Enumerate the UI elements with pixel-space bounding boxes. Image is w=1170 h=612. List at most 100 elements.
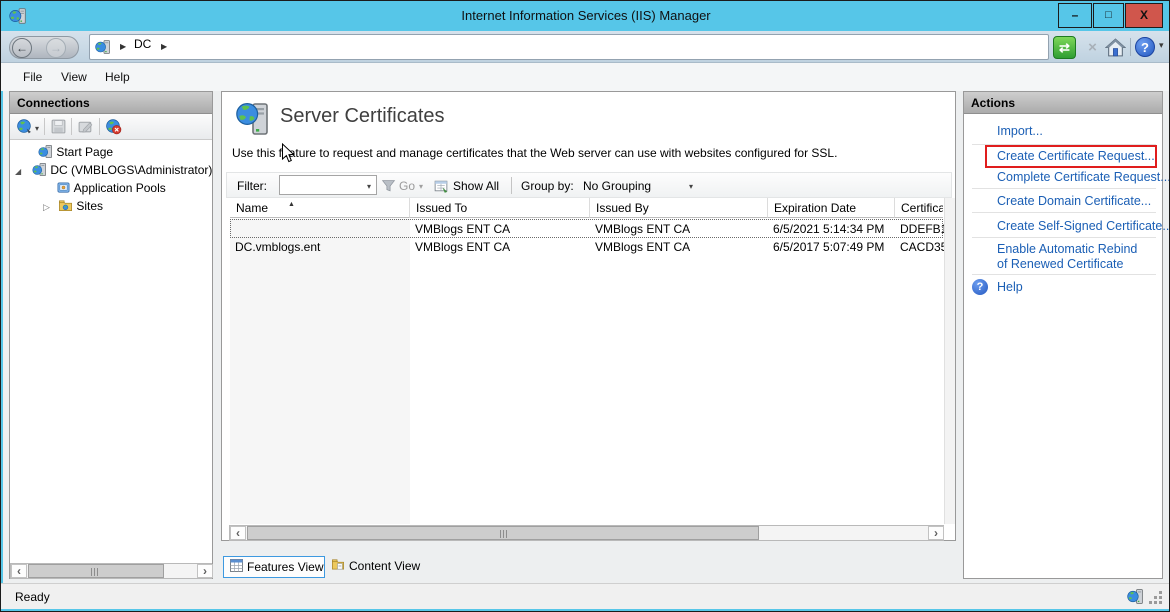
tree-item-label[interactable]: DC (VMBLOGS\Administrator)	[50, 163, 212, 177]
cell-issued-by: VMBlogs ENT CA	[595, 220, 769, 239]
vertical-scrollbar-track[interactable]	[944, 198, 955, 524]
group-by-label: Group by:	[521, 179, 574, 193]
breadcrumb-arrow-icon[interactable]: ▶	[120, 42, 126, 51]
save-connections-icon	[50, 118, 67, 140]
connections-panel: Connections ▾ Start Page	[9, 91, 213, 579]
tab-label[interactable]: Features View	[247, 560, 323, 574]
group-by-value[interactable]: No Grouping	[583, 179, 651, 193]
tab-label[interactable]: Content View	[349, 559, 420, 573]
tree-item-start-page[interactable]: Start Page	[38, 144, 212, 162]
connections-h-scrollbar[interactable]: ‹ ›	[10, 563, 212, 579]
column-header-issued-to[interactable]: Issued To	[410, 198, 590, 218]
cell-expiration: 6/5/2017 5:07:49 PM	[773, 238, 897, 257]
action-create-certificate-request[interactable]: Create Certificate Request...	[997, 149, 1155, 163]
title-bar[interactable]: Internet Information Services (IIS) Mana…	[1, 1, 1170, 31]
features-view-icon	[230, 558, 243, 578]
server-certificates-panel: Server Certificates Use this feature to …	[221, 91, 956, 541]
action-create-domain-certificate[interactable]: Create Domain Certificate...	[997, 194, 1151, 208]
actions-header: Actions	[964, 92, 1162, 114]
column-header-certificate-hash[interactable]: Certificat	[895, 198, 943, 218]
forward-button[interactable]: →	[46, 38, 66, 58]
tab-features-view[interactable]: Features View	[223, 556, 325, 578]
edit-connection-icon	[77, 118, 94, 140]
scroll-left-icon[interactable]: ‹	[11, 564, 27, 578]
iis-manager-window: Internet Information Services (IIS) Mana…	[0, 0, 1170, 612]
refresh-icon[interactable]: ⇄	[1053, 36, 1076, 59]
show-all-icon[interactable]	[433, 178, 449, 199]
minimize-button[interactable]: –	[1058, 3, 1092, 28]
server-icon	[32, 162, 47, 180]
status-bar: Ready	[1, 583, 1170, 609]
cell-certificate-hash: CACD350	[900, 238, 944, 257]
cell-certificate-hash: DDEFB10	[900, 220, 944, 239]
help-icon: ?	[972, 279, 988, 295]
main-h-scrollbar[interactable]: ‹ ›	[229, 525, 944, 541]
scroll-left-icon[interactable]: ‹	[230, 526, 246, 540]
tree-item-label[interactable]: Application Pools	[74, 181, 166, 195]
table-row[interactable]: DC.vmblogs.ent VMBlogs ENT CA VMBlogs EN…	[230, 238, 943, 257]
breadcrumb-item-dc[interactable]: DC	[134, 37, 151, 51]
menu-help[interactable]: Help	[101, 63, 134, 91]
action-complete-certificate-request[interactable]: Complete Certificate Request...	[997, 170, 1170, 184]
delete-connection-icon[interactable]	[105, 118, 122, 140]
tab-content-view[interactable]: Content View	[331, 556, 431, 578]
breadcrumb-server-icon	[95, 39, 111, 60]
maximize-button[interactable]: □	[1093, 3, 1124, 28]
expander-open-icon[interactable]: ◢	[15, 167, 21, 176]
resize-grip[interactable]	[1159, 591, 1162, 594]
filter-toolbar: Filter: ▾ Go ▾ Show All Group by: No Gro…	[226, 172, 952, 198]
window-title: Internet Information Services (IIS) Mana…	[1, 1, 1170, 31]
separator	[972, 188, 1156, 189]
mouse-cursor	[281, 143, 296, 169]
action-create-self-signed-certificate[interactable]: Create Self-Signed Certificate...	[997, 219, 1170, 233]
separator	[972, 212, 1156, 213]
column-header-issued-by[interactable]: Issued By	[590, 198, 768, 218]
menu-file[interactable]: File	[19, 63, 46, 91]
close-button[interactable]: X	[1125, 3, 1163, 28]
group-by-caret-icon[interactable]: ▾	[689, 182, 693, 191]
column-header-expiration-date[interactable]: Expiration Date	[768, 198, 895, 218]
tree-item-sites[interactable]: Sites	[58, 198, 212, 216]
server-certificates-icon	[236, 100, 270, 143]
action-import[interactable]: Import...	[997, 124, 1043, 138]
toolbar-separator	[511, 177, 512, 194]
address-bar[interactable]	[89, 34, 1049, 60]
toolbar-separator	[71, 118, 72, 135]
go-funnel-icon	[381, 178, 396, 198]
column-header-name[interactable]: Name ▲	[230, 198, 410, 218]
menu-view[interactable]: View	[57, 63, 91, 91]
breadcrumb-arrow-icon[interactable]: ▶	[161, 42, 167, 51]
application-pools-icon	[56, 180, 71, 198]
home-icon[interactable]	[1105, 37, 1126, 63]
tree-item-dc-server[interactable]: DC (VMBLOGS\Administrator)	[32, 162, 212, 180]
back-button[interactable]: ←	[12, 38, 32, 58]
cell-name: DC.vmblogs.ent	[235, 238, 413, 257]
table-row[interactable]: VMBlogs ENT CA VMBlogs ENT CA 6/5/2021 5…	[230, 219, 943, 238]
toolbar-separator	[44, 118, 45, 135]
show-all-button[interactable]: Show All	[453, 179, 499, 193]
action-enable-automatic-rebind[interactable]: Enable Automatic Rebind of Renewed Certi…	[997, 242, 1147, 272]
scrollbar-thumb[interactable]	[28, 564, 164, 578]
action-help[interactable]: Help	[997, 280, 1023, 294]
expander-closed-icon[interactable]: ▷	[43, 202, 50, 213]
tree-item-label[interactable]: Start Page	[56, 145, 113, 159]
scroll-right-icon[interactable]: ›	[928, 526, 944, 540]
scroll-right-icon[interactable]: ›	[197, 564, 213, 578]
go-button: Go	[399, 179, 415, 193]
start-page-icon	[38, 144, 53, 162]
filter-input[interactable]	[279, 175, 377, 195]
page-title: Server Certificates	[280, 105, 445, 128]
tree-item-application-pools[interactable]: Application Pools	[56, 180, 212, 198]
statusbar-iis-icon	[1127, 588, 1144, 612]
create-connection-caret-icon[interactable]: ▾	[35, 124, 39, 133]
help-caret-icon[interactable]: ▾	[1159, 40, 1164, 51]
actions-panel: Actions Import... Create Certificate Req…	[963, 91, 1163, 579]
create-connection-icon[interactable]	[16, 118, 33, 140]
sites-icon	[58, 198, 73, 216]
scrollbar-thumb[interactable]	[247, 526, 759, 540]
content-view-icon	[331, 557, 345, 577]
separator	[972, 274, 1156, 275]
tree-item-label[interactable]: Sites	[76, 199, 103, 213]
help-icon[interactable]: ?	[1135, 37, 1155, 57]
filter-caret-icon[interactable]: ▾	[367, 182, 371, 191]
